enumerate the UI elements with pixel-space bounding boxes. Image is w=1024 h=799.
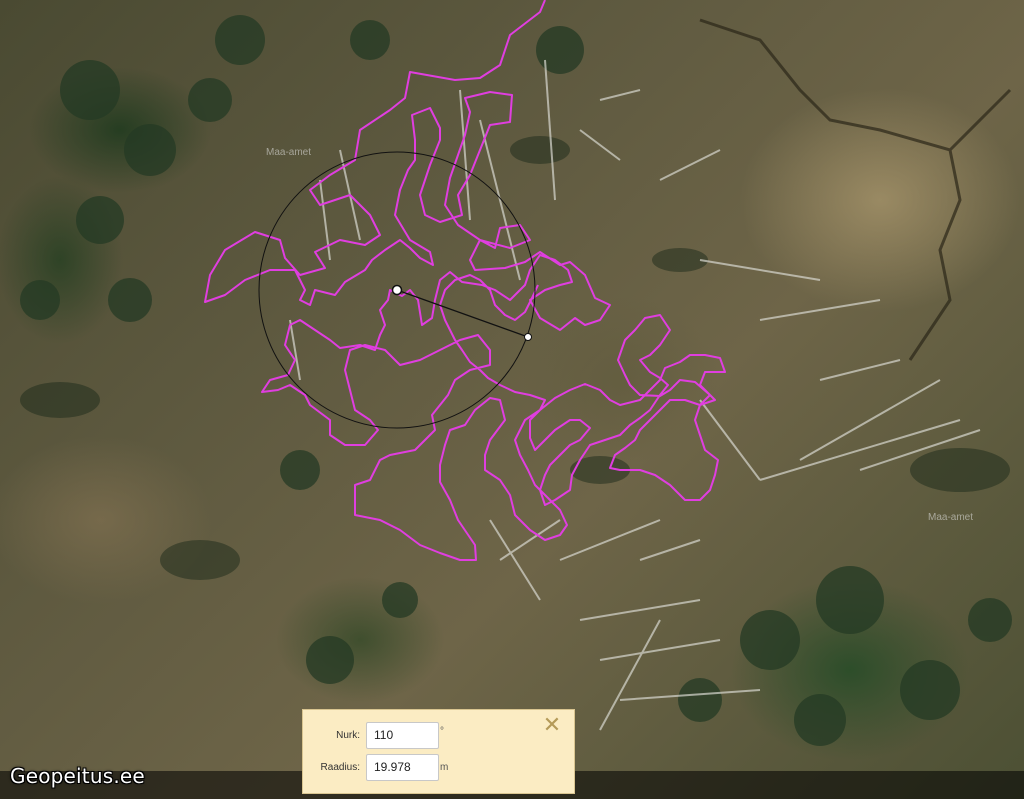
- angle-unit: °: [440, 725, 444, 737]
- measure-panel: Nurk: ° Raadius: m: [302, 709, 575, 794]
- close-icon[interactable]: ✕: [542, 715, 562, 737]
- satellite-map[interactable]: Maa-amet Maa-amet: [0, 0, 1024, 799]
- angle-label: Nurk:: [336, 729, 360, 741]
- angle-row: Nurk: °: [303, 721, 444, 749]
- radius-line: [396, 289, 529, 338]
- center-marker: [391, 284, 403, 296]
- radius-row: Raadius: m: [303, 753, 448, 781]
- radius-label: Raadius:: [320, 761, 360, 773]
- gps-track-line: [204, 0, 726, 561]
- radius-handle: [524, 333, 532, 341]
- radius-unit: m: [440, 761, 449, 773]
- angle-input[interactable]: [366, 721, 439, 749]
- radius-input[interactable]: [366, 753, 439, 781]
- brand-logo[interactable]: Geopeitus.ee: [10, 764, 145, 788]
- map-overlay: [204, 0, 726, 561]
